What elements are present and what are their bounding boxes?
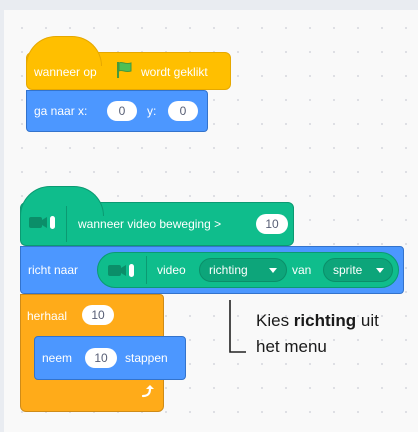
move-label: neem	[42, 351, 73, 365]
hat-separator	[66, 206, 67, 242]
loop-arrow-icon	[141, 385, 154, 398]
x-value-input[interactable]: 0	[107, 101, 137, 121]
go-to-y-label: y:	[147, 104, 157, 118]
callout-text-2: uit	[356, 311, 379, 330]
video-label: video	[157, 263, 186, 277]
subject-caret-icon	[376, 268, 384, 273]
attribute-dropdown-value: richting	[209, 263, 248, 277]
callout-line	[229, 300, 246, 353]
script-area[interactable]: wanneer op wordt geklikt ga naar x: 0 y:…	[4, 10, 418, 432]
when-flag-clicked-label-2: wordt geklikt	[141, 65, 208, 79]
callout-text-1: Kies	[256, 311, 294, 330]
video-sensing-icon	[29, 216, 55, 229]
steps-label: stappen	[125, 351, 168, 365]
green-flag-icon	[117, 61, 132, 78]
attribute-caret-icon	[269, 268, 277, 273]
reporter-separator	[146, 256, 147, 284]
motion-threshold-input[interactable]: 10	[256, 214, 288, 234]
when-flag-clicked-label-1: wanneer op	[34, 65, 97, 79]
go-to-x-label: ga naar x:	[34, 104, 88, 118]
reporter-video-icon	[108, 264, 134, 277]
subject-dropdown-value: sprite	[333, 263, 363, 277]
repeat-count-input[interactable]: 10	[82, 305, 114, 325]
callout-text: Kies richting uit het menu	[256, 308, 379, 360]
when-video-motion-label: wanneer video beweging >	[78, 217, 222, 231]
callout-text-bold: richting	[293, 311, 357, 330]
of-label: van	[292, 263, 312, 277]
point-towards-label: richt naar	[28, 263, 79, 277]
repeat-label: herhaal	[27, 309, 68, 323]
hat-top	[26, 36, 102, 66]
callout-text-3: het menu	[256, 337, 327, 356]
steps-input[interactable]: 10	[85, 348, 117, 368]
y-value-input[interactable]: 0	[168, 101, 198, 121]
